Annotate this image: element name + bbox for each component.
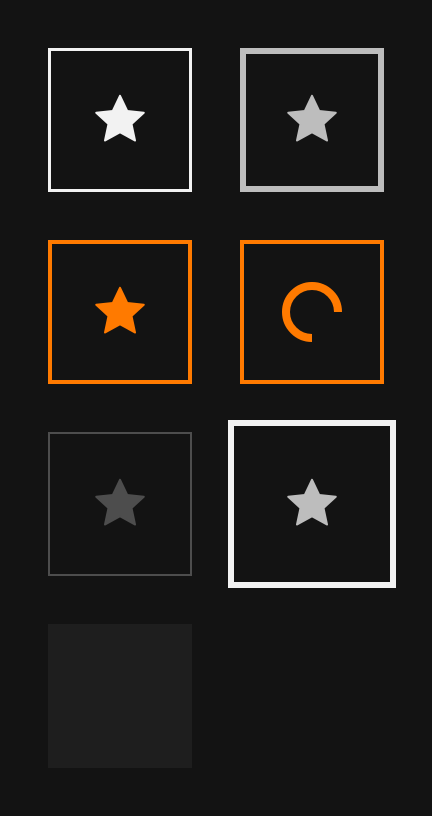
loading-spinner-icon [282,282,342,342]
star-icon [95,94,145,142]
star-tile-disabled [48,432,192,576]
star-icon [95,286,145,334]
star-icon [287,94,337,142]
star-tile-normal[interactable] [48,48,192,192]
empty-tile [48,624,192,768]
star-tile-focused[interactable] [228,420,396,588]
loading-tile[interactable] [240,240,384,384]
star-tile-hover[interactable] [240,48,384,192]
tile-grid [0,0,432,816]
star-tile-active[interactable] [48,240,192,384]
star-icon [287,478,337,526]
star-icon [95,478,145,526]
